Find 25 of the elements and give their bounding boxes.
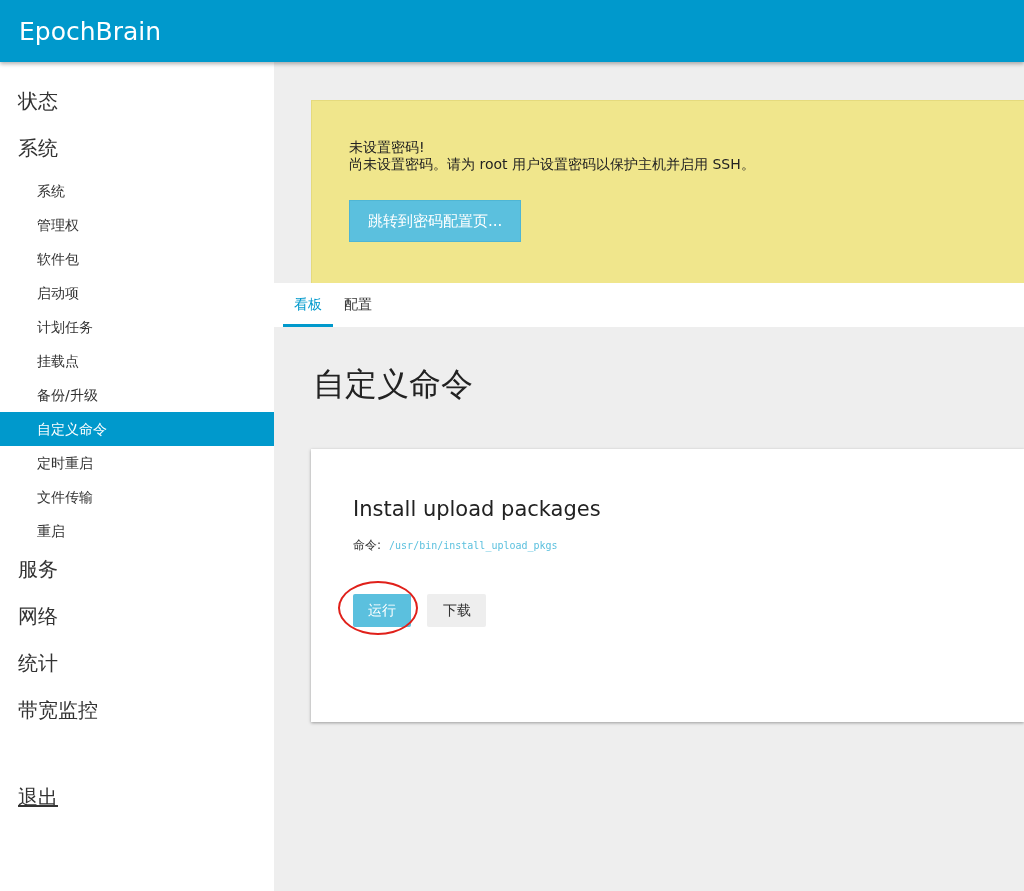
download-button[interactable]: 下载 [427, 594, 486, 627]
page-title: 自定义命令 [313, 364, 474, 405]
command-title: Install upload packages [353, 497, 602, 521]
submenu-item[interactable]: 系统 [0, 174, 274, 208]
command-path: /usr/bin/install_upload_pkgs [389, 540, 558, 551]
submenu-item[interactable]: 备份/升级 [0, 378, 274, 412]
menu-item[interactable]: 带宽监控 [0, 689, 274, 736]
submenu-item[interactable]: 定时重启 [0, 446, 274, 480]
tab[interactable]: 配置 [333, 283, 383, 327]
submenu-item[interactable]: 软件包 [0, 242, 274, 276]
logout-link[interactable]: 退出 [18, 784, 58, 811]
submenu-item[interactable]: 文件传输 [0, 480, 274, 514]
menu-item[interactable]: 统计 [0, 642, 274, 689]
menu-item[interactable]: 网络 [0, 595, 274, 642]
submenu-item[interactable]: 管理权 [0, 208, 274, 242]
submenu-item[interactable]: 启动项 [0, 276, 274, 310]
menu-item[interactable]: 状态 [0, 80, 274, 127]
menu-item[interactable]: 系统 [0, 127, 274, 174]
alert-title: 未设置密码! [349, 139, 426, 156]
submenu-item[interactable]: 重启 [0, 514, 274, 548]
alert-message: 尚未设置密码。请为 root 用户设置密码以保护主机并启用 SSH。 [349, 156, 756, 173]
submenu-item[interactable]: 挂载点 [0, 344, 274, 378]
command-label: 命令: [353, 537, 382, 554]
submenu-item[interactable]: 计划任务 [0, 310, 274, 344]
menu-item[interactable]: 服务 [0, 548, 274, 595]
